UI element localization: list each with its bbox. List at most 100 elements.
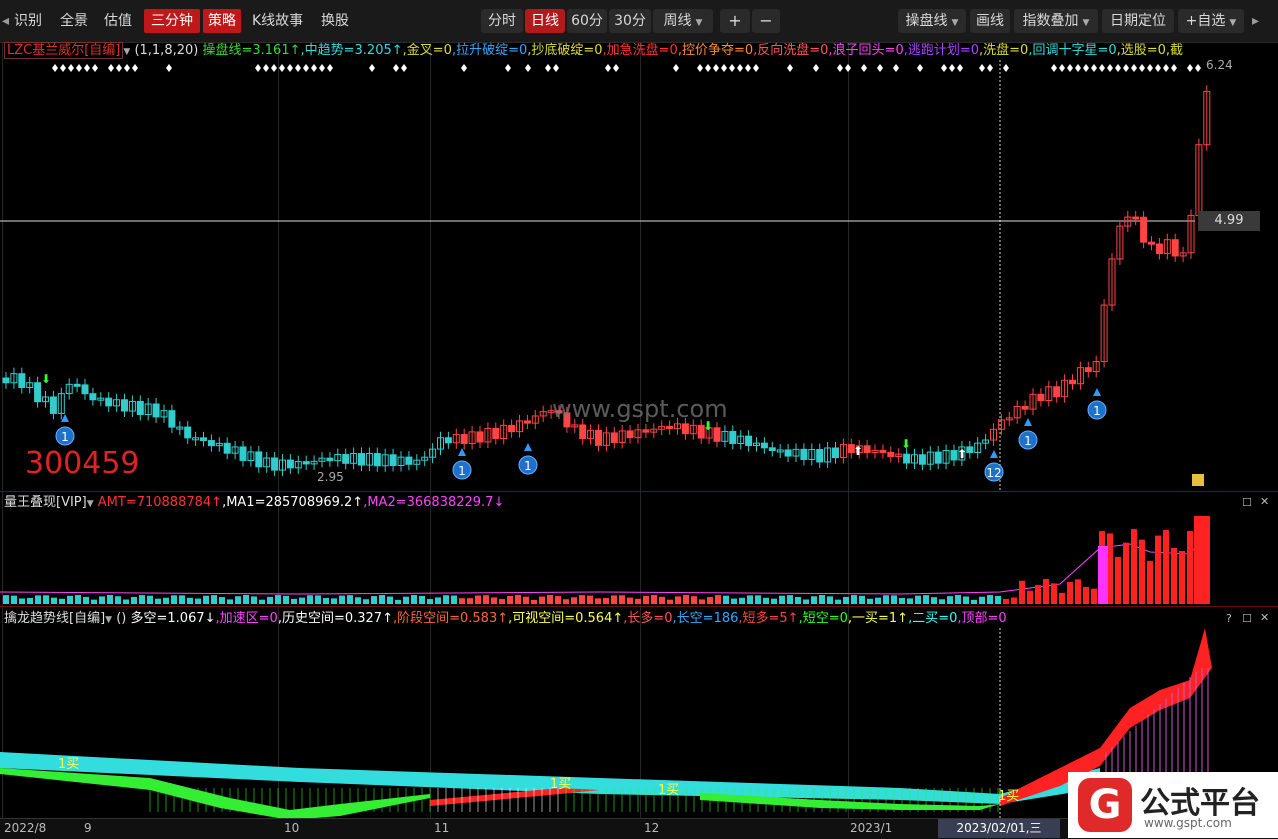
signal-diamond	[116, 64, 122, 72]
volume-bar	[235, 596, 241, 604]
riqi-button[interactable]: 日期定位	[1102, 9, 1174, 33]
top-toolbar: ◂ 识别 全景 估值 三分钟 策略 K线故事 换股 分时 日线 60分 30分 …	[0, 0, 1278, 43]
volume-bar	[923, 595, 929, 604]
volume-bar	[651, 595, 657, 604]
volume-bar	[323, 598, 329, 604]
toolbar-shibie[interactable]: 识别	[14, 9, 42, 33]
huaxian-button[interactable]: 画线	[970, 9, 1010, 33]
toolbar-guzhi[interactable]: 估值	[104, 9, 132, 33]
indicator-value: ,回调十字星=0	[1028, 43, 1117, 58]
left-arrow-icon[interactable]: ◂	[2, 9, 9, 33]
chevron-down-icon[interactable]: ▼	[123, 47, 130, 57]
candle-body	[239, 446, 247, 461]
candle-body	[18, 373, 26, 388]
volume-bar	[1051, 583, 1057, 604]
panel-separator	[0, 606, 1278, 607]
candle-body	[1171, 239, 1179, 257]
maximize-icon[interactable]: ☐	[1242, 612, 1252, 625]
volume-bar	[499, 599, 505, 604]
close-icon[interactable]: ✕	[1260, 495, 1269, 508]
candle-body	[373, 453, 381, 467]
period-60fen[interactable]: 60分	[567, 9, 607, 33]
volume-bar	[1035, 585, 1041, 604]
period-30fen[interactable]: 30分	[609, 9, 651, 33]
period-week-dropdown[interactable]: 周线 ▼	[653, 9, 713, 33]
volume-bar	[851, 595, 857, 604]
volume-bar	[1187, 530, 1193, 604]
volume-bar	[939, 599, 945, 604]
toolbar-quanjing[interactable]: 全景	[60, 9, 88, 33]
volume-bar	[883, 595, 889, 604]
zhishu-dropdown[interactable]: 指数叠加 ▼	[1014, 9, 1098, 33]
candle-body	[342, 454, 350, 464]
period-fenshi[interactable]: 分时	[481, 9, 523, 33]
trend-panel-title[interactable]: 擒龙趋势线[自编]	[4, 611, 105, 626]
chevron-down-icon[interactable]: ▼	[87, 499, 94, 509]
signal-diamond	[979, 64, 985, 72]
volume-bar	[699, 599, 705, 604]
help-icon[interactable]: ?	[1226, 612, 1232, 625]
signal-diamond	[1195, 64, 1201, 72]
san-fenzhong-button[interactable]: 三分钟	[144, 9, 200, 33]
indicator-value: ,洗盘=0	[979, 43, 1029, 58]
buy-signal-label: 1买	[998, 789, 1019, 804]
volume-bar	[707, 597, 713, 604]
note-icon[interactable]	[1192, 474, 1204, 486]
candle-body	[89, 393, 97, 401]
celue-button[interactable]: 策略	[203, 9, 241, 33]
huangu-button[interactable]: 换股	[321, 9, 349, 33]
volume-bar	[1194, 516, 1210, 604]
chevron-down-icon[interactable]: ▼	[105, 615, 112, 625]
indicator-value: 操盘线=3.161↑	[202, 43, 301, 58]
zoom-out-button[interactable]: −	[752, 9, 780, 33]
kline-story-button[interactable]: K线故事	[252, 9, 303, 33]
high-price-label: 6.24	[1206, 58, 1233, 72]
signal-diamond	[705, 64, 711, 72]
indicator-value: ,一买=1↑	[847, 611, 909, 626]
candle-body	[681, 423, 689, 435]
volume-bar	[523, 596, 529, 604]
zixuan-dropdown[interactable]: +自选 ▼	[1178, 9, 1244, 33]
candle-body	[863, 445, 871, 454]
signal-diamond	[108, 64, 114, 72]
volume-bar	[459, 598, 465, 604]
signal-diamond	[68, 64, 74, 72]
volume-bar	[307, 595, 313, 604]
signal-diamond	[303, 64, 309, 72]
volume-bar	[387, 596, 393, 604]
candle-body	[302, 461, 310, 465]
caopan-dropdown[interactable]: 操盘线 ▼	[898, 9, 966, 33]
signal-diamond	[613, 64, 619, 72]
volume-bar	[635, 598, 641, 604]
volume-bar	[531, 599, 537, 604]
signal-diamond	[673, 64, 679, 72]
zoom-in-button[interactable]: +	[720, 9, 750, 33]
candle-body	[1021, 405, 1029, 410]
volume-bar	[779, 595, 785, 604]
signal-diamond	[1107, 64, 1113, 72]
indicator-value: 多空=1.067↓	[130, 611, 216, 626]
volume-bar	[371, 596, 377, 604]
candle-body	[405, 456, 413, 465]
volume-bar	[587, 595, 593, 604]
low-price-label: 2.95	[317, 470, 344, 484]
volume-bar	[1098, 546, 1108, 604]
volume-bar	[603, 597, 609, 604]
signal-diamond	[327, 64, 333, 72]
volume-panel-title[interactable]: 量王叠现[VIP]	[4, 495, 87, 510]
candlestick-chart[interactable]: 11 11121⬇⬇⬇⬆ ⬆	[0, 60, 1278, 490]
candle-body	[271, 457, 279, 471]
volume-bar	[547, 595, 553, 604]
volume-bar	[979, 596, 985, 604]
volume-bar	[147, 595, 153, 604]
right-arrow-icon[interactable]: ▸	[1252, 9, 1259, 33]
volume-bar	[347, 595, 353, 604]
signal-diamond	[52, 64, 58, 72]
close-icon[interactable]: ✕	[1260, 611, 1269, 624]
volume-indicator-bar: 量王叠现[VIP]▼ AMT=710888784↑,MA1=285708969.…	[4, 494, 504, 512]
volume-bar	[955, 595, 961, 604]
maximize-icon[interactable]: ☐	[1242, 496, 1252, 509]
main-panel-title[interactable]: LZC基兰威尔[自编]	[4, 42, 124, 59]
volume-bar	[115, 596, 121, 604]
period-rixian[interactable]: 日线	[525, 9, 565, 33]
